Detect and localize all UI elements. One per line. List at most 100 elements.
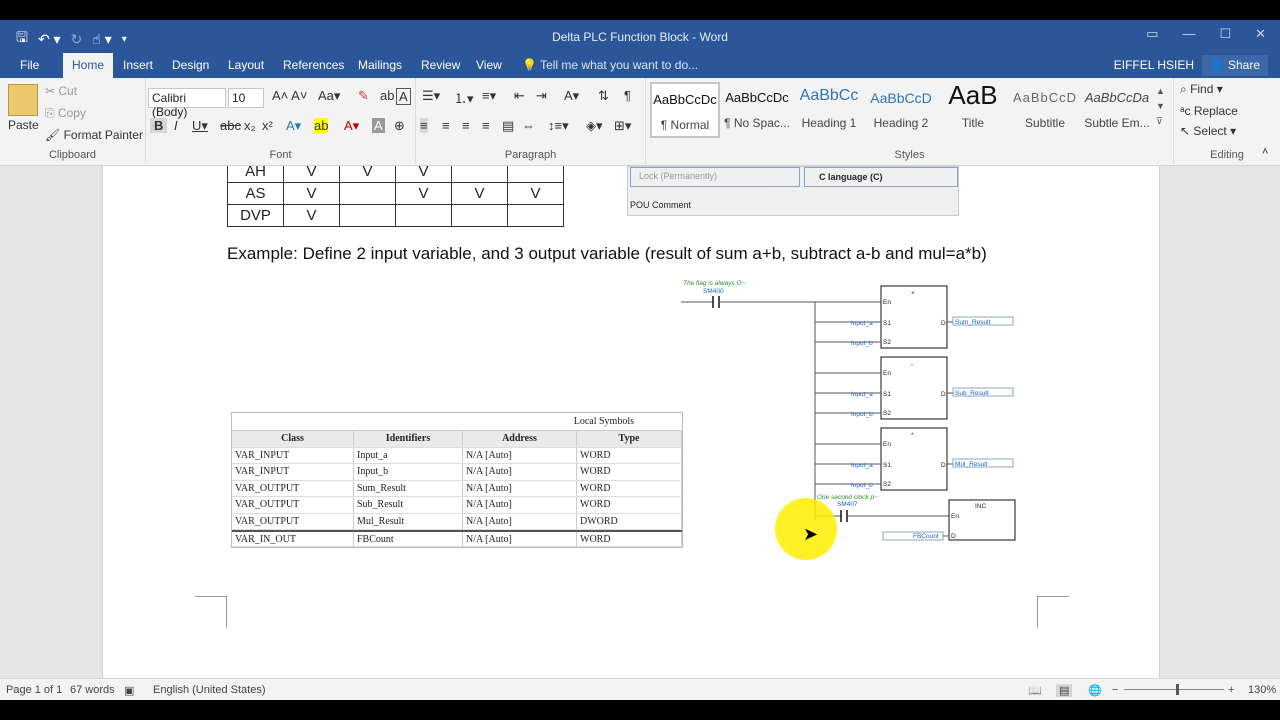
subscript-icon[interactable]: x₂ xyxy=(244,118,256,133)
zoom-out-icon[interactable]: − xyxy=(1112,684,1118,696)
support-table: AH V V V AS V V V V DVP V xyxy=(227,166,564,227)
select-button[interactable]: ↖ Select ▾ xyxy=(1180,124,1236,138)
superscript-icon[interactable]: x² xyxy=(262,118,273,133)
user-name[interactable]: EIFFEL HSIEH xyxy=(1114,58,1194,72)
strikethrough-icon[interactable]: abc xyxy=(220,118,241,133)
numbering-icon[interactable]: ⒈▾ xyxy=(454,88,474,107)
asian-layout-icon[interactable]: A▾ xyxy=(564,88,579,104)
italic-icon[interactable]: I xyxy=(174,118,178,133)
zoom-slider-thumb[interactable] xyxy=(1176,684,1179,695)
clipboard-label: Clipboard xyxy=(48,149,97,161)
change-case-icon[interactable]: Aa▾ xyxy=(318,88,340,104)
zoom-slider[interactable] xyxy=(1124,689,1224,690)
underline-icon[interactable]: U▾ xyxy=(192,118,208,134)
column-width-icon[interactable]: ⇔ xyxy=(522,118,535,133)
replace-button[interactable]: ᵃc Replace xyxy=(1180,104,1238,118)
copy-icon: ⎘ xyxy=(45,106,58,120)
ribbon-options-icon[interactable]: ▭ xyxy=(1146,26,1158,42)
align-center-icon[interactable]: ≡ xyxy=(442,118,450,133)
tab-review[interactable]: Review xyxy=(421,58,460,72)
format-painter-button[interactable]: 🖌 Format Painter xyxy=(45,128,143,142)
print-layout-icon[interactable]: ▤ xyxy=(1056,684,1073,697)
rung1-comment: The flag is always O~ xyxy=(683,280,746,287)
distributed-icon[interactable]: ▤ xyxy=(502,118,514,134)
dialog-screenshot: Lock (Permanently) C language (C) POU Co… xyxy=(627,166,959,216)
copy-button[interactable]: ⎘ Copy xyxy=(45,106,86,121)
phonetic-guide-icon[interactable]: ab xyxy=(380,88,394,103)
justify-icon[interactable]: ≡ xyxy=(482,118,490,133)
tab-design[interactable]: Design xyxy=(172,58,209,72)
table-row: AS V V V V xyxy=(227,182,564,205)
paste-icon[interactable] xyxy=(8,84,38,116)
line-spacing-icon[interactable]: ↕≡▾ xyxy=(548,118,569,134)
lightbulb-icon: 💡 xyxy=(522,58,541,72)
tab-view[interactable]: View xyxy=(476,58,502,72)
font-group: Calibri (Body) 10 A˄ A˅ Aa▾ ✎ ab A B I U… xyxy=(146,78,416,164)
font-color-icon[interactable]: A▾ xyxy=(344,118,359,134)
scissors-icon: ✂ xyxy=(45,84,59,98)
style-heading-1[interactable]: AaBbCc Heading 1 xyxy=(794,82,864,138)
collapse-ribbon-icon[interactable]: ˄ xyxy=(1262,146,1268,158)
text-effects-icon[interactable]: A▾ xyxy=(286,118,301,134)
shading-icon[interactable]: A xyxy=(372,118,385,133)
character-border-icon[interactable]: A xyxy=(396,88,411,105)
web-layout-icon[interactable]: 🌐 xyxy=(1088,684,1102,697)
tell-me-box[interactable]: 💡 Tell me what you want to do... xyxy=(522,58,698,72)
style-normal[interactable]: AaBbCcDc ¶ Normal xyxy=(650,82,720,138)
lock-option: Lock (Permanently) xyxy=(630,167,800,187)
shading-bucket-icon[interactable]: ◈▾ xyxy=(586,118,603,134)
pin-s1: S1 xyxy=(883,320,891,327)
enclose-char-icon[interactable]: ⊕ xyxy=(394,118,405,134)
table-row: VAR_OUTPUT Sub_Result N/A [Auto] WORD xyxy=(232,497,682,514)
find-button[interactable]: ⌕ Find ▾ xyxy=(1180,82,1223,97)
title-bar: 🖫 ↶ ▾ ↻ ☝ ▾ ▾ Delta PLC Function Block -… xyxy=(0,20,1280,53)
clear-formatting-icon[interactable]: ✎ xyxy=(358,88,369,104)
proofing-icon[interactable]: ▣ xyxy=(124,684,134,697)
language[interactable]: English (United States) xyxy=(153,684,266,696)
style-heading-2[interactable]: AaBbCcD Heading 2 xyxy=(866,82,936,138)
bold-icon[interactable]: B xyxy=(150,118,168,133)
tab-layout[interactable]: Layout xyxy=(228,58,264,72)
maximize-button[interactable]: ☐ xyxy=(1219,26,1231,42)
table-row: DVP V xyxy=(227,204,564,227)
zoom-level[interactable]: 130% xyxy=(1248,684,1276,696)
contact-sm407-label: SM407 xyxy=(837,501,858,508)
increase-indent-icon[interactable]: ⇥ xyxy=(536,88,547,104)
document-page[interactable]: AH V V V AS V V V V DVP V Lock (Permanently) C l… xyxy=(102,166,1160,678)
pin-s1: S1 xyxy=(883,391,891,398)
tab-insert[interactable]: Insert xyxy=(123,58,153,72)
sort-icon[interactable]: ⇅ xyxy=(598,88,609,104)
margin-corner-left xyxy=(195,596,227,628)
tab-references[interactable]: References xyxy=(283,58,344,72)
cut-button[interactable]: ✂ Cut xyxy=(45,84,77,98)
style-subtitle[interactable]: AaBbCcD Subtitle xyxy=(1010,82,1080,138)
highlight-icon[interactable]: ab xyxy=(314,118,329,133)
styles-scroll-icon[interactable]: ▲ ▼ ⊽ xyxy=(1156,84,1165,129)
style-no-spacing[interactable]: AaBbCcDc ¶ No Spac... xyxy=(722,82,792,138)
show-marks-icon[interactable]: ¶ xyxy=(624,88,631,103)
pin-d: D xyxy=(951,533,956,540)
table-row: VAR_INPUT Input_a N/A [Auto] WORD xyxy=(232,447,682,464)
grow-font-icon[interactable]: A˄ A˅ xyxy=(272,88,307,103)
read-mode-icon[interactable]: 📖 xyxy=(1028,684,1042,697)
word-count[interactable]: 67 words xyxy=(70,684,115,696)
paste-button[interactable]: Paste xyxy=(8,118,39,132)
bullets-icon[interactable]: ☰▾ xyxy=(422,88,440,104)
tab-file[interactable]: File xyxy=(20,58,39,72)
tab-mailings[interactable]: Mailings xyxy=(358,58,402,72)
page-count[interactable]: Page 1 of 1 xyxy=(6,684,62,696)
font-size-combo[interactable]: 10 xyxy=(228,88,264,108)
minimize-button[interactable]: — xyxy=(1182,26,1195,42)
zoom-in-icon[interactable]: + xyxy=(1228,684,1234,696)
borders-icon[interactable]: ⊞▾ xyxy=(614,118,631,134)
style-title[interactable]: AaB Title xyxy=(938,80,1008,138)
tab-home[interactable]: Home xyxy=(63,53,114,78)
share-button[interactable]: 👤 Share xyxy=(1201,55,1268,76)
multilevel-list-icon[interactable]: ≡▾ xyxy=(482,88,496,104)
align-right-icon[interactable]: ≡ xyxy=(462,118,470,133)
align-left-icon[interactable]: ≡ xyxy=(420,118,428,133)
close-button[interactable]: ✕ xyxy=(1255,26,1266,42)
style-subtle-emphasis[interactable]: AaBbCcDa Subtle Em... xyxy=(1082,82,1152,138)
font-name-combo[interactable]: Calibri (Body) xyxy=(148,88,226,119)
decrease-indent-icon[interactable]: ⇤ xyxy=(514,88,525,104)
